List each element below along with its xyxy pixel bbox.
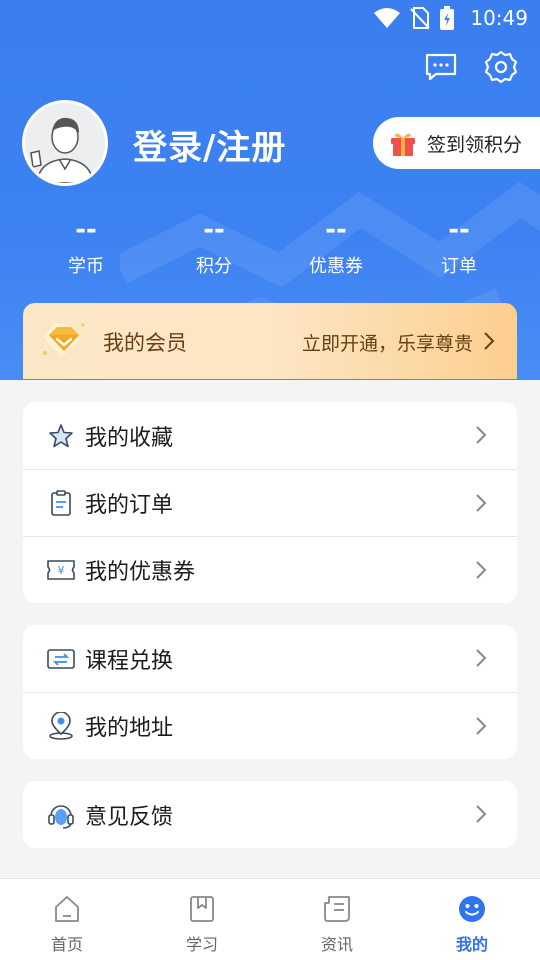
menu-item-favorites[interactable]: 我的收藏 <box>23 402 517 469</box>
menu-item-label: 意见反馈 <box>85 804 174 830</box>
headset-icon <box>47 801 75 829</box>
diamond-icon <box>43 323 85 357</box>
menu-item-address[interactable]: 我的地址 <box>23 692 517 759</box>
message-button[interactable] <box>424 50 458 84</box>
tab-mine[interactable]: 我的 <box>432 893 512 955</box>
stat-label: 订单 <box>441 256 477 277</box>
menu-card-1: 我的收藏 我的订单 ¥ 我的优惠券 <box>23 402 517 603</box>
status-time: 10:49 <box>470 6 528 30</box>
menu-item-label: 我的收藏 <box>85 425 174 451</box>
chevron-right-icon <box>476 494 487 512</box>
chevron-right-icon <box>484 332 495 350</box>
stat-value: -- <box>448 215 470 245</box>
chevron-right-icon <box>476 649 487 667</box>
wifi-icon <box>374 8 401 28</box>
gear-icon <box>484 50 518 84</box>
clipboard-icon <box>47 489 75 517</box>
message-icon <box>425 53 457 81</box>
location-icon <box>47 712 75 740</box>
menu-item-orders[interactable]: 我的订单 <box>23 469 517 536</box>
smiley-icon <box>459 896 485 922</box>
gift-icon <box>391 133 415 156</box>
vip-cta: 立即开通，乐享尊贵 <box>301 333 473 355</box>
stat-label: 学币 <box>68 256 104 277</box>
chevron-right-icon <box>476 426 487 444</box>
menu-item-label: 我的订单 <box>85 493 174 518</box>
stat-label: 积分 <box>196 256 232 277</box>
tab-news[interactable]: 资讯 <box>297 893 377 955</box>
chevron-right-icon <box>476 805 487 823</box>
menu-item-feedback[interactable]: 意见反馈 <box>23 781 517 848</box>
menu-card-2: 课程兑换 我的地址 <box>23 625 517 759</box>
exchange-icon <box>47 645 75 673</box>
signin-button[interactable]: 签到领积分 <box>373 117 540 169</box>
vip-banner[interactable]: 我的会员 立即开通，乐享尊贵 <box>23 303 517 379</box>
menu-card-3: 意见反馈 <box>23 781 517 848</box>
no-sim-icon <box>410 7 431 29</box>
stat-value: -- <box>75 215 97 245</box>
stat-orders[interactable]: -- 订单 <box>404 212 514 278</box>
menu-item-label: 我的地址 <box>85 716 174 741</box>
menu-item-course-exchange[interactable]: 课程兑换 <box>23 625 517 692</box>
stat-value: -- <box>325 215 347 245</box>
chevron-right-icon <box>476 717 487 735</box>
bottom-tab-bar: 首页 学习 资讯 我的 <box>0 878 540 960</box>
tab-label: 首页 <box>50 935 83 954</box>
stat-value: -- <box>203 215 225 245</box>
menu-item-coupons[interactable]: ¥ 我的优惠券 <box>23 536 517 603</box>
svg-text:¥: ¥ <box>58 564 65 577</box>
stat-label: 优惠券 <box>309 256 363 277</box>
tab-label: 资讯 <box>320 935 353 954</box>
stat-coupons[interactable]: -- 优惠券 <box>281 212 391 278</box>
tab-label: 学习 <box>185 935 218 954</box>
tab-home[interactable]: 首页 <box>27 893 107 955</box>
chevron-right-icon <box>476 561 487 579</box>
profile-header: 10:49 登录/注册 签到领积分 -- 学币 -- 积分 -- 优惠券 -- … <box>0 0 540 380</box>
tab-label: 我的 <box>455 935 488 954</box>
menu-item-label: 我的优惠券 <box>85 560 196 585</box>
star-icon <box>47 422 75 450</box>
home-icon <box>55 896 79 922</box>
signin-label: 签到领积分 <box>427 133 523 156</box>
status-bar: 10:49 <box>0 0 540 36</box>
coupon-icon: ¥ <box>47 556 75 584</box>
menu-item-label: 课程兑换 <box>85 648 174 674</box>
bookmark-icon <box>190 896 214 922</box>
avatar[interactable] <box>22 100 108 186</box>
vip-title: 我的会员 <box>103 331 187 355</box>
stat-points[interactable]: -- 积分 <box>159 212 269 278</box>
news-icon <box>324 896 350 922</box>
tab-study[interactable]: 学习 <box>162 893 242 955</box>
avatar-icon <box>25 103 105 183</box>
battery-icon <box>440 6 455 30</box>
stat-coins[interactable]: -- 学币 <box>31 212 141 278</box>
login-register-link[interactable]: 登录/注册 <box>133 120 286 169</box>
settings-button[interactable] <box>484 50 518 84</box>
